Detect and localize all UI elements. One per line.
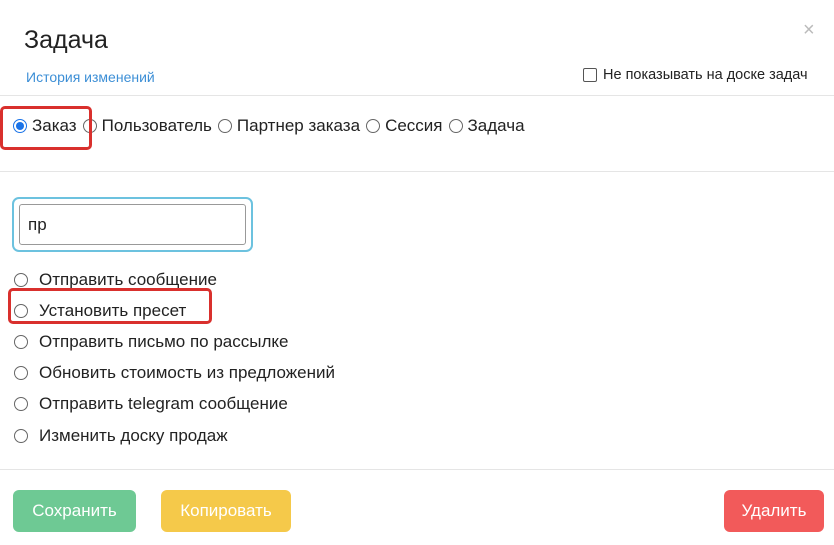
- action-radio-list: Отправить сообщение Установить пресет От…: [14, 264, 335, 451]
- radio-change-sales-board[interactable]: [14, 428, 28, 443]
- action-label: Отправить сообщение: [39, 269, 217, 289]
- action-send-newsletter-email[interactable]: Отправить письмо по рассылке: [14, 326, 335, 357]
- action-label: Изменить доску продаж: [39, 425, 228, 445]
- entity-type-label: Партнер заказа: [236, 116, 361, 135]
- action-label: Обновить стоимость из предложений: [39, 363, 336, 383]
- section-divider: [0, 171, 834, 172]
- entity-type-radio-group: Заказ Пользователь Партнер заказа Сессия…: [13, 116, 531, 136]
- action-label: Установить пресет: [39, 300, 187, 320]
- entity-type-label: Заказ: [32, 116, 77, 135]
- radio-user[interactable]: [82, 119, 97, 133]
- radio-update-cost[interactable]: [14, 366, 28, 381]
- modal-title: Задача: [24, 26, 108, 54]
- entity-type-task[interactable]: Задача: [448, 116, 525, 136]
- entity-type-order[interactable]: Заказ: [13, 116, 77, 136]
- radio-order-partner[interactable]: [217, 119, 232, 133]
- close-icon[interactable]: ×: [803, 20, 815, 40]
- entity-type-user[interactable]: Пользователь: [82, 116, 212, 136]
- hide-on-board-label: Не показывать на доске задач: [603, 67, 808, 83]
- header-divider: [0, 95, 834, 96]
- action-label: Отправить письмо по рассылке: [39, 331, 289, 351]
- radio-set-preset[interactable]: [14, 303, 28, 318]
- radio-task[interactable]: [448, 119, 463, 133]
- action-update-cost[interactable]: Обновить стоимость из предложений: [14, 358, 335, 389]
- entity-type-label: Пользователь: [101, 116, 212, 135]
- delete-button[interactable]: Удалить: [724, 490, 824, 532]
- radio-order[interactable]: [13, 119, 27, 133]
- hide-on-board-checkbox[interactable]: [583, 68, 597, 82]
- entity-type-session[interactable]: Сессия: [366, 116, 443, 136]
- action-search-input[interactable]: [19, 204, 246, 245]
- entity-type-order-partner[interactable]: Партнер заказа: [217, 116, 361, 136]
- task-modal: Задача × История изменений Не показывать…: [0, 0, 834, 545]
- history-link[interactable]: История изменений: [26, 69, 155, 85]
- radio-session[interactable]: [366, 119, 381, 133]
- action-set-preset[interactable]: Установить пресет: [14, 295, 335, 326]
- entity-type-label: Задача: [467, 116, 525, 135]
- footer-divider: [0, 469, 834, 470]
- radio-send-newsletter-email[interactable]: [14, 334, 28, 349]
- action-label: Отправить telegram сообщение: [39, 394, 288, 414]
- radio-send-message[interactable]: [14, 272, 28, 287]
- copy-button[interactable]: Копировать: [161, 490, 291, 532]
- save-button[interactable]: Сохранить: [13, 490, 136, 532]
- hide-on-board-option[interactable]: Не показывать на доске задач: [583, 67, 808, 83]
- radio-send-telegram[interactable]: [14, 397, 28, 412]
- action-change-sales-board[interactable]: Изменить доску продаж: [14, 420, 335, 451]
- action-send-telegram[interactable]: Отправить telegram сообщение: [14, 389, 335, 420]
- entity-type-label: Сессия: [385, 116, 443, 135]
- search-focus-ring: [12, 197, 253, 252]
- action-send-message[interactable]: Отправить сообщение: [14, 264, 335, 295]
